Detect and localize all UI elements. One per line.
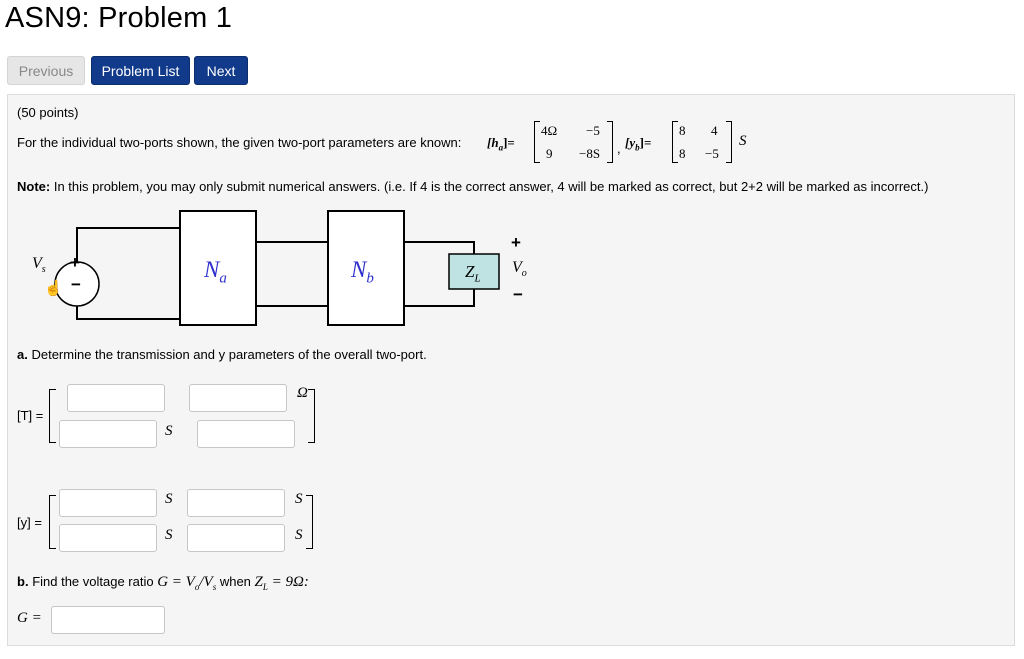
- points-label: (50 points): [17, 105, 79, 120]
- yb-unit: S: [739, 133, 747, 149]
- page-title: ASN9: Problem 1: [5, 2, 233, 34]
- ha-left-bracket: [534, 121, 540, 163]
- ha-r2c2: −8S: [579, 146, 601, 161]
- ha-label: [ha]=: [487, 135, 515, 153]
- g-label: G =: [17, 610, 42, 626]
- nb-label: Nb: [351, 257, 374, 287]
- y-left-bracket: [49, 495, 56, 549]
- t12-input[interactable]: [189, 384, 287, 412]
- yb-r2c1: 8: [679, 146, 686, 161]
- yb-right-bracket: [726, 121, 732, 163]
- note: Note: In this problem, you may only subm…: [17, 179, 928, 194]
- vo-label: Vo: [512, 259, 527, 280]
- t22-input[interactable]: [197, 420, 295, 448]
- ha-r1c1: 4Ω: [541, 123, 558, 138]
- previous-button[interactable]: Previous: [7, 56, 85, 85]
- note-text: In this problem, you may only submit num…: [53, 179, 929, 194]
- t-matrix-label: [T] =: [17, 408, 44, 423]
- y22-unit: S: [295, 527, 303, 543]
- t-right-bracket: [308, 389, 315, 443]
- t21-input[interactable]: [59, 420, 157, 448]
- t21-unit: S: [165, 423, 173, 439]
- problem-list-button[interactable]: Problem List: [91, 56, 190, 85]
- wire-bottom-left: [76, 300, 180, 320]
- vs-plus: +: [70, 253, 80, 272]
- y12-input[interactable]: [187, 489, 285, 517]
- part-a-text: a. Determine the transmission and y para…: [17, 347, 427, 362]
- ha-r2c1: 9: [546, 146, 553, 161]
- circuit-diagram: [54, 210, 500, 326]
- matrix-separator: ,: [617, 141, 621, 156]
- y11-unit: S: [165, 491, 173, 507]
- ha-r1c2: −5: [586, 123, 600, 138]
- vo-plus: +: [511, 233, 521, 252]
- yb-r2c2: −5: [705, 146, 719, 161]
- y-matrix-label: [y] =: [17, 515, 42, 530]
- wire-top-right: [404, 241, 475, 254]
- na-label: Na: [204, 257, 227, 287]
- problem-panel: (50 points) For the individual two-ports…: [7, 94, 1015, 646]
- t-left-bracket: [49, 389, 56, 443]
- t12-unit: Ω: [297, 385, 308, 401]
- vs-minus: −: [71, 275, 81, 294]
- y21-input[interactable]: [59, 524, 157, 552]
- g-input[interactable]: [51, 606, 165, 634]
- next-button[interactable]: Next: [194, 56, 248, 85]
- y21-unit: S: [165, 527, 173, 543]
- y22-input[interactable]: [187, 524, 285, 552]
- vo-minus: −: [513, 285, 523, 304]
- y-right-bracket: [306, 495, 313, 549]
- part-b-text: b. Find the voltage ratio G = Vo/Vs when…: [17, 574, 309, 592]
- yb-r1c1: 8: [679, 123, 686, 138]
- wire-bottom-right: [404, 289, 475, 307]
- yb-label: [yb]=: [625, 135, 652, 153]
- note-label: Note:: [17, 179, 51, 194]
- yb-r1c2: 4: [711, 123, 718, 138]
- hand-cursor-icon: ☝: [44, 280, 63, 297]
- ha-right-bracket: [607, 121, 613, 163]
- zl-label: ZL: [465, 262, 481, 285]
- t11-input[interactable]: [67, 384, 165, 412]
- intro-text: For the individual two-ports shown, the …: [17, 135, 462, 150]
- vs-label: Vs: [32, 255, 46, 276]
- wire-top-left: [76, 227, 180, 268]
- yb-left-bracket: [672, 121, 678, 163]
- y12-unit: S: [295, 491, 303, 507]
- y11-input[interactable]: [59, 489, 157, 517]
